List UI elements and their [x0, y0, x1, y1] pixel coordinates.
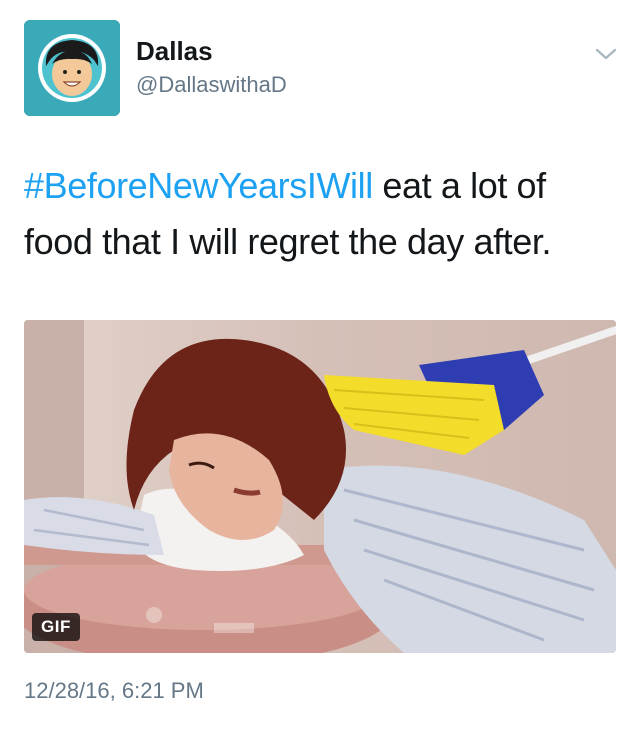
tweet-card: Dallas @DallaswithaD #BeforeNewYearsIWil…	[0, 0, 640, 729]
tweet-timestamp[interactable]: 12/28/16, 6:21 PM	[24, 678, 204, 704]
gif-media[interactable]: GIF	[24, 320, 616, 653]
gif-badge: GIF	[32, 613, 80, 641]
avatar-face-icon	[24, 20, 120, 116]
gif-image	[24, 320, 616, 653]
avatar[interactable]	[24, 20, 120, 116]
hashtag-link[interactable]: #BeforeNewYearsIWill	[24, 165, 373, 206]
tweet-text: #BeforeNewYearsIWill eat a lot of food t…	[24, 158, 620, 270]
author-name[interactable]: Dallas	[136, 36, 213, 66]
author-handle[interactable]: @DallaswithaD	[136, 72, 287, 98]
chevron-down-icon[interactable]	[594, 44, 618, 64]
